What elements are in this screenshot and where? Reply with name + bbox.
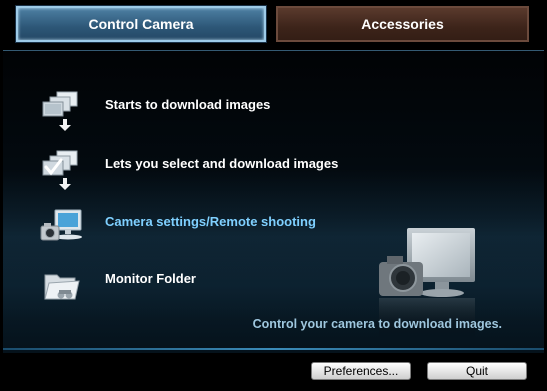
menu-item-label: Monitor Folder [105,271,196,286]
select-download-icon [42,150,78,190]
download-images-icon [42,91,78,131]
monitor-folder-icon [44,274,80,300]
menu-item-label: Camera settings/Remote shooting [105,214,316,229]
tab-accessories[interactable]: Accessories [276,6,529,42]
divider [3,348,544,350]
tab-label: Control Camera [88,16,194,32]
tagline: Control your camera to download images. [252,317,502,331]
preferences-button[interactable]: Preferences... [311,362,411,380]
menu-item-select-download[interactable]: Lets you select and download images [37,148,397,192]
tab-control-camera[interactable]: Control Camera [16,6,266,42]
remote-shooting-icon [40,209,82,241]
quit-button[interactable]: Quit [427,362,527,380]
menu-item-monitor-folder[interactable]: Monitor Folder [37,263,397,307]
menu-item-download-images[interactable]: Starts to download images [37,89,397,133]
tab-label: Accessories [361,16,444,32]
menu-item-remote-shooting[interactable]: Camera settings/Remote shooting [37,206,397,250]
main-panel: Starts to download images Lets you selec… [3,50,544,353]
menu-item-label: Starts to download images [105,97,271,112]
menu-item-label: Lets you select and download images [105,156,339,171]
